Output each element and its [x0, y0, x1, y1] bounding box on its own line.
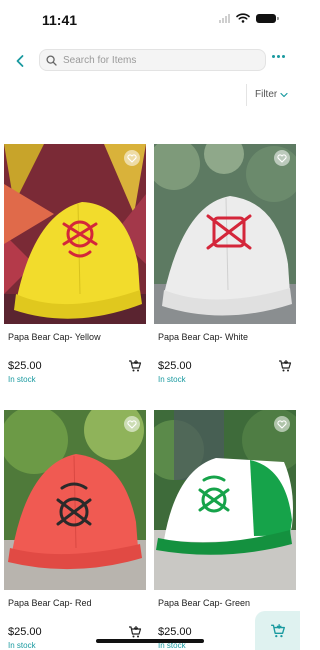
product-name[interactable]: Papa Bear Cap- Red [8, 598, 92, 608]
add-to-cart-button[interactable] [128, 625, 142, 639]
add-to-cart-button[interactable] [278, 359, 292, 373]
battery-icon [256, 13, 279, 23]
favorite-button[interactable] [124, 416, 140, 432]
favorite-button[interactable] [274, 416, 290, 432]
cart-icon [270, 623, 285, 637]
heart-icon [277, 419, 287, 429]
add-to-cart-icon [279, 360, 292, 372]
product-image[interactable] [4, 144, 146, 324]
product-price: $25.00 [8, 360, 42, 372]
filter-label: Filter [255, 89, 278, 100]
stock-status: In stock [8, 641, 36, 650]
status-bar: 11:41 [0, 0, 300, 40]
heart-icon [127, 419, 137, 429]
add-to-cart-button[interactable] [128, 359, 142, 373]
signal-icon [219, 13, 230, 23]
filter-button[interactable]: Filter [255, 89, 288, 100]
more-dots-icon [272, 55, 275, 58]
chevron-left-icon [16, 55, 24, 67]
status-icons [219, 13, 279, 23]
product-name[interactable]: Papa Bear Cap- White [158, 332, 248, 342]
back-button[interactable] [10, 50, 30, 72]
heart-icon [127, 153, 137, 163]
product-image[interactable] [4, 410, 146, 590]
search-icon [46, 54, 57, 66]
product-name[interactable]: Papa Bear Cap- Green [158, 598, 250, 608]
product-image[interactable] [154, 144, 296, 324]
stock-status: In stock [158, 375, 186, 384]
cart-fab-button[interactable] [255, 611, 300, 650]
home-indicator [96, 639, 204, 643]
chevron-down-icon [280, 92, 288, 97]
wifi-icon [236, 13, 250, 23]
favorite-button[interactable] [124, 150, 140, 166]
product-image[interactable] [154, 410, 296, 590]
product-price: $25.00 [158, 360, 192, 372]
status-time: 11:41 [42, 12, 78, 28]
more-button[interactable] [272, 55, 285, 58]
add-to-cart-icon [129, 360, 142, 372]
product-price: $25.00 [8, 626, 42, 638]
product-name[interactable]: Papa Bear Cap- Yellow [8, 332, 101, 342]
product-price: $25.00 [158, 626, 192, 638]
heart-icon [277, 153, 287, 163]
search-input[interactable] [63, 54, 253, 66]
stock-status: In stock [8, 375, 36, 384]
favorite-button[interactable] [274, 150, 290, 166]
add-to-cart-icon [129, 626, 142, 638]
search-bar[interactable] [39, 49, 266, 71]
header [0, 46, 300, 76]
filter-divider [246, 84, 247, 106]
